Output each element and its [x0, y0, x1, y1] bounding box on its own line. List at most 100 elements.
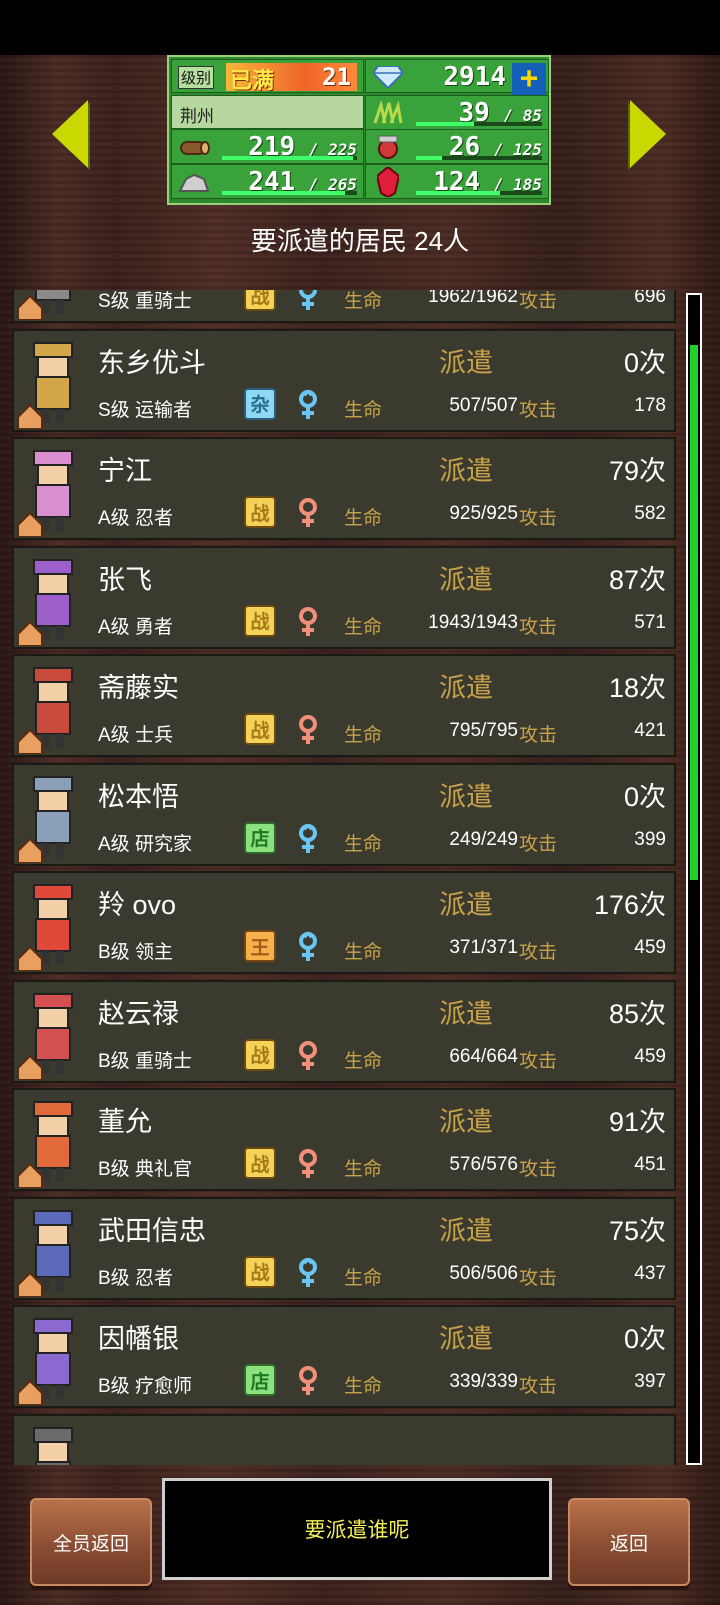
- dispatch-count: 18次: [608, 673, 666, 703]
- job-type-badge: 杂: [244, 387, 276, 420]
- resident-row[interactable]: S级 重骑士 战 生命 1962/1962 攻击 696: [12, 290, 676, 323]
- resident-portrait: [17, 558, 73, 646]
- gems-value: 2914: [443, 62, 506, 92]
- resident-row[interactable]: 张飞 派遣 87次 A级 勇者 战 生命 1943/1943 攻击 571: [12, 545, 676, 649]
- resident-row[interactable]: [12, 1413, 676, 1465]
- recall-all-button[interactable]: 全员返回: [30, 1498, 152, 1586]
- resident-rank: B级 重骑士: [98, 1050, 192, 1072]
- dispatch-count: 0次: [623, 1324, 666, 1354]
- food-bar: [416, 156, 542, 160]
- resident-portrait: [17, 667, 73, 754]
- food-icon: [366, 130, 410, 164]
- resident-name: 张飞: [98, 564, 152, 595]
- resident-row[interactable]: 宁江 派遣 79次 A级 忍者 战 生命 925/925 攻击 582: [12, 437, 676, 540]
- ruby-bar: [416, 191, 542, 195]
- resident-rank: A级 忍者: [98, 508, 173, 529]
- add-gems-button[interactable]: +: [512, 63, 546, 95]
- job-type-badge: 战: [244, 496, 276, 528]
- dispatch-label: 派遣: [439, 1107, 493, 1137]
- next-arrow-icon[interactable]: [630, 100, 666, 168]
- dispatch-count: 79次: [608, 456, 666, 486]
- resident-name: 宁江: [98, 456, 152, 486]
- life-value: 339/339: [449, 1371, 518, 1392]
- attack-value: 696: [634, 290, 666, 307]
- town-status-panel: 级别 已满 21 2914 + 荆州 39 / 85 219 / 225 26 / …: [167, 55, 551, 205]
- resident-row[interactable]: 武田信忠 派遣 75次 B级 忍者 战 生命 506/506 攻击 437: [12, 1196, 676, 1300]
- resident-portrait: [17, 1318, 73, 1405]
- life-value: 576/576: [449, 1154, 518, 1175]
- resident-row[interactable]: 东乡优斗 派遣 0次 S级 运输者 杂 生命 507/507 攻击 178: [12, 328, 676, 432]
- male-icon: [294, 389, 322, 421]
- scrollbar-thumb[interactable]: [690, 345, 698, 880]
- life-label: 生命: [344, 942, 383, 963]
- attack-value: 178: [634, 394, 666, 416]
- attack-label: 攻击: [519, 942, 558, 963]
- life-value: 795/795: [449, 720, 518, 741]
- life-value: 249/249: [449, 828, 518, 850]
- attack-label: 攻击: [519, 833, 558, 855]
- resident-row[interactable]: 因幡银 派遣 0次 B级 疗愈师 店 生命 339/339 攻击 397: [12, 1305, 676, 1408]
- resident-portrait: [17, 341, 73, 429]
- resident-name: 赵云禄: [98, 998, 179, 1029]
- resident-portrait: [17, 992, 73, 1080]
- level-maxed-bar: 已满 21: [226, 63, 357, 93]
- dispatch-count: 75次: [608, 1215, 666, 1246]
- attack-value: 421: [634, 720, 666, 741]
- resident-row[interactable]: 赵云禄 派遣 85次 B级 重骑士 战 生命 664/664 攻击 459: [12, 979, 676, 1083]
- resident-name: 羚 ovo: [98, 890, 177, 920]
- resident-rank: A级 士兵: [98, 725, 173, 746]
- resident-row[interactable]: 斋藤实 派遣 18次 A级 士兵 战 生命 795/795 攻击 421: [12, 654, 676, 757]
- job-type-badge: 战: [244, 604, 276, 637]
- life-value: 664/664: [449, 1045, 518, 1067]
- resident-portrait: [17, 775, 73, 863]
- dispatch-count: 87次: [608, 564, 666, 595]
- resident-row[interactable]: 董允 派遣 91次 B级 典礼官 战 生命 576/576 攻击 451: [12, 1088, 676, 1191]
- dispatch-header: 要派遣的居民 24人: [250, 226, 470, 256]
- resident-list[interactable]: S级 重骑士战生命 1962/1962 攻击 696 东乡优斗 派遣 0次 S级 运输者杂生命…: [12, 290, 676, 1465]
- life-label: 生命: [344, 616, 383, 638]
- prompt-message: 要派遣谁呢: [162, 1478, 552, 1580]
- life-label: 生命: [344, 833, 383, 855]
- resident-rank: A级 勇者: [98, 616, 173, 638]
- life-label: 生命: [344, 291, 383, 312]
- dispatch-count: 91次: [608, 1107, 666, 1137]
- wood-bar: [222, 156, 357, 160]
- resident-rank: B级 领主: [98, 942, 173, 963]
- attack-value: 459: [634, 1045, 666, 1067]
- level-value: 21: [322, 63, 351, 91]
- attack-label: 攻击: [519, 616, 558, 638]
- level-cell: 级别 已满 21: [171, 59, 364, 93]
- back-button[interactable]: 返回: [568, 1498, 690, 1586]
- resource-ruby: 124 / 185: [365, 164, 549, 199]
- diamond-icon: [366, 60, 410, 94]
- female-icon: [294, 1040, 322, 1072]
- scrollbar[interactable]: [686, 293, 702, 1465]
- job-type-badge: 战: [244, 1038, 276, 1071]
- resident-row[interactable]: 羚 ovo 派遣 176次 B级 领主 王 生命 371/371 攻击 459: [12, 871, 676, 974]
- resident-portrait: [17, 1209, 73, 1297]
- resident-row[interactable]: 松本悟 派遣 0次 A级 研究家 店 生命 249/249 攻击 399: [12, 762, 676, 866]
- female-icon: [294, 1148, 322, 1180]
- male-icon: [294, 823, 322, 855]
- grass-bar: [416, 122, 542, 126]
- life-label: 生命: [344, 1050, 383, 1072]
- dispatch-label: 派遣: [439, 1324, 493, 1354]
- job-type-badge: 战: [244, 1255, 276, 1288]
- attack-value: 399: [634, 828, 666, 850]
- resource-stone: 241 / 265: [171, 164, 364, 199]
- resident-name: 斋藤实: [98, 673, 179, 703]
- dispatch-label: 派遣: [439, 998, 493, 1029]
- resident-name: 因幡银: [98, 1324, 179, 1354]
- job-type-badge: 战: [244, 1147, 276, 1179]
- prev-arrow-icon[interactable]: [52, 100, 88, 168]
- resident-rank: B级 典礼官: [98, 1159, 192, 1180]
- attack-value: 397: [634, 1371, 666, 1392]
- job-type-badge: 店: [244, 1364, 276, 1396]
- job-type-badge: 店: [244, 821, 276, 854]
- male-icon: [294, 931, 322, 963]
- attack-value: 437: [634, 1262, 666, 1284]
- life-label: 生命: [344, 725, 383, 746]
- resident-name: 武田信忠: [98, 1215, 206, 1246]
- dispatch-count: 0次: [623, 347, 666, 378]
- female-icon: [294, 497, 322, 529]
